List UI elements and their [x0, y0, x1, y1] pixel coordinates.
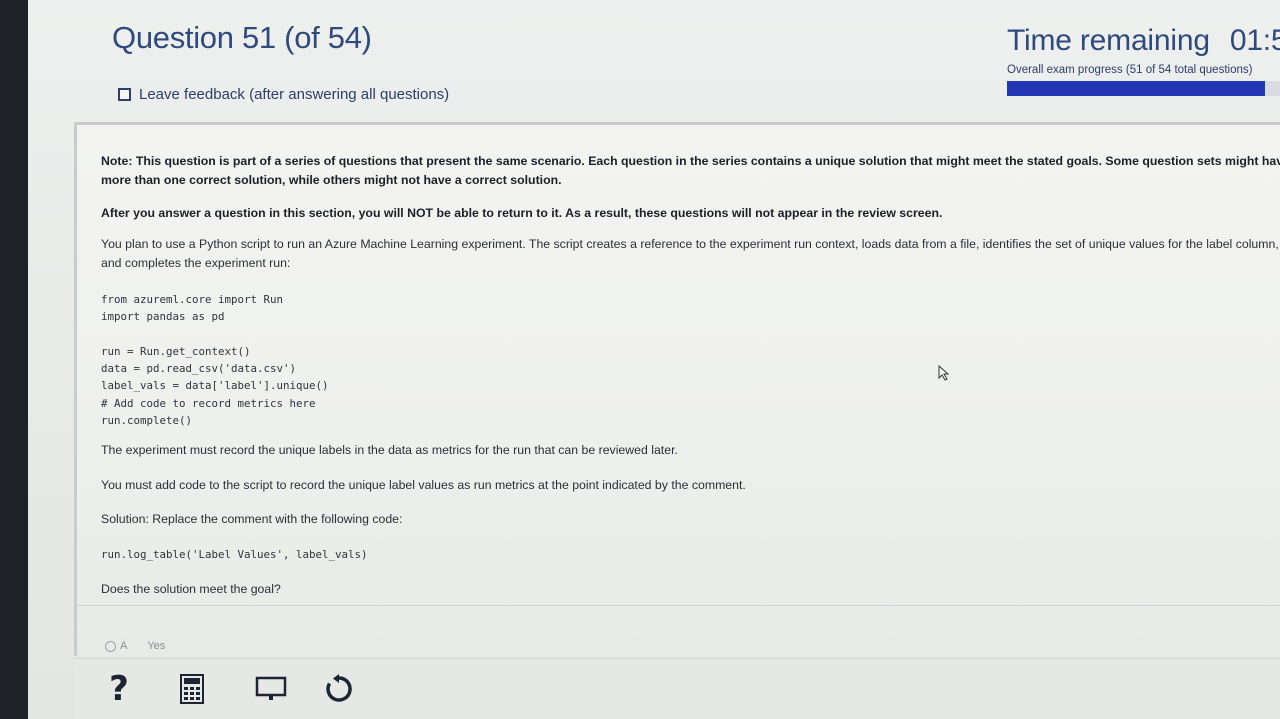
divider: [77, 605, 1280, 606]
code-imports: from azureml.core import Run import pand…: [101, 293, 284, 324]
leave-feedback-label: Leave feedback (after answering all ques…: [139, 86, 450, 103]
question-prompt: Does the solution meet the goal?: [101, 582, 281, 596]
exam-progress-bar: [1007, 81, 1280, 96]
scenario-text: You plan to use a Python script to run a…: [101, 237, 1279, 270]
time-remaining: Time remaining 01:5: [1007, 24, 1280, 58]
solution-label: Solution: Replace the comment with the f…: [101, 512, 403, 526]
no-return-note: After you answer a question in this sect…: [101, 206, 943, 220]
whiteboard-button[interactable]: [254, 669, 288, 709]
solution-code: run.log_table('Label Values', label_vals…: [101, 548, 368, 561]
calculator-button[interactable]: [177, 669, 207, 709]
reset-icon: [326, 674, 352, 702]
code-script: run = Run.get_context() data = pd.read_c…: [101, 345, 329, 427]
calculator-icon: [180, 674, 204, 704]
whiteboard-icon: [255, 676, 287, 700]
exam-progress-label: Overall exam progress (51 of 54 total qu…: [1007, 64, 1253, 76]
exam-screen: Question 51 (of 54) Leave feedback (afte…: [28, 0, 1280, 719]
answer-text: Yes: [147, 640, 166, 652]
series-note: Note: This question is part of a series …: [101, 154, 1280, 187]
requirement-text: You must add code to the script to recor…: [101, 478, 746, 492]
question-title: Question 51 (of 54): [112, 20, 372, 55]
radio-button[interactable]: [105, 640, 116, 652]
exam-toolbar: ?: [74, 658, 1280, 719]
requirement-text: The experiment must record the unique la…: [101, 443, 678, 457]
time-remaining-label: Time remaining: [1007, 24, 1210, 57]
help-icon: ?: [109, 669, 129, 709]
question-panel: Note: This question is part of a series …: [74, 122, 1280, 656]
leave-feedback-checkbox[interactable]: Leave feedback (after answering all ques…: [118, 86, 449, 103]
answer-option-a[interactable]: A Yes: [105, 640, 165, 652]
checkbox-icon[interactable]: [118, 88, 131, 101]
mouse-cursor-icon: [938, 365, 950, 381]
exam-header: Question 51 (of 54) Leave feedback (afte…: [28, 0, 1280, 118]
answer-letter: A: [120, 640, 128, 652]
exam-progress-fill: [1007, 81, 1265, 96]
help-button[interactable]: ?: [104, 669, 134, 709]
reset-button[interactable]: [324, 669, 354, 709]
time-remaining-value: 01:5: [1229, 24, 1280, 57]
